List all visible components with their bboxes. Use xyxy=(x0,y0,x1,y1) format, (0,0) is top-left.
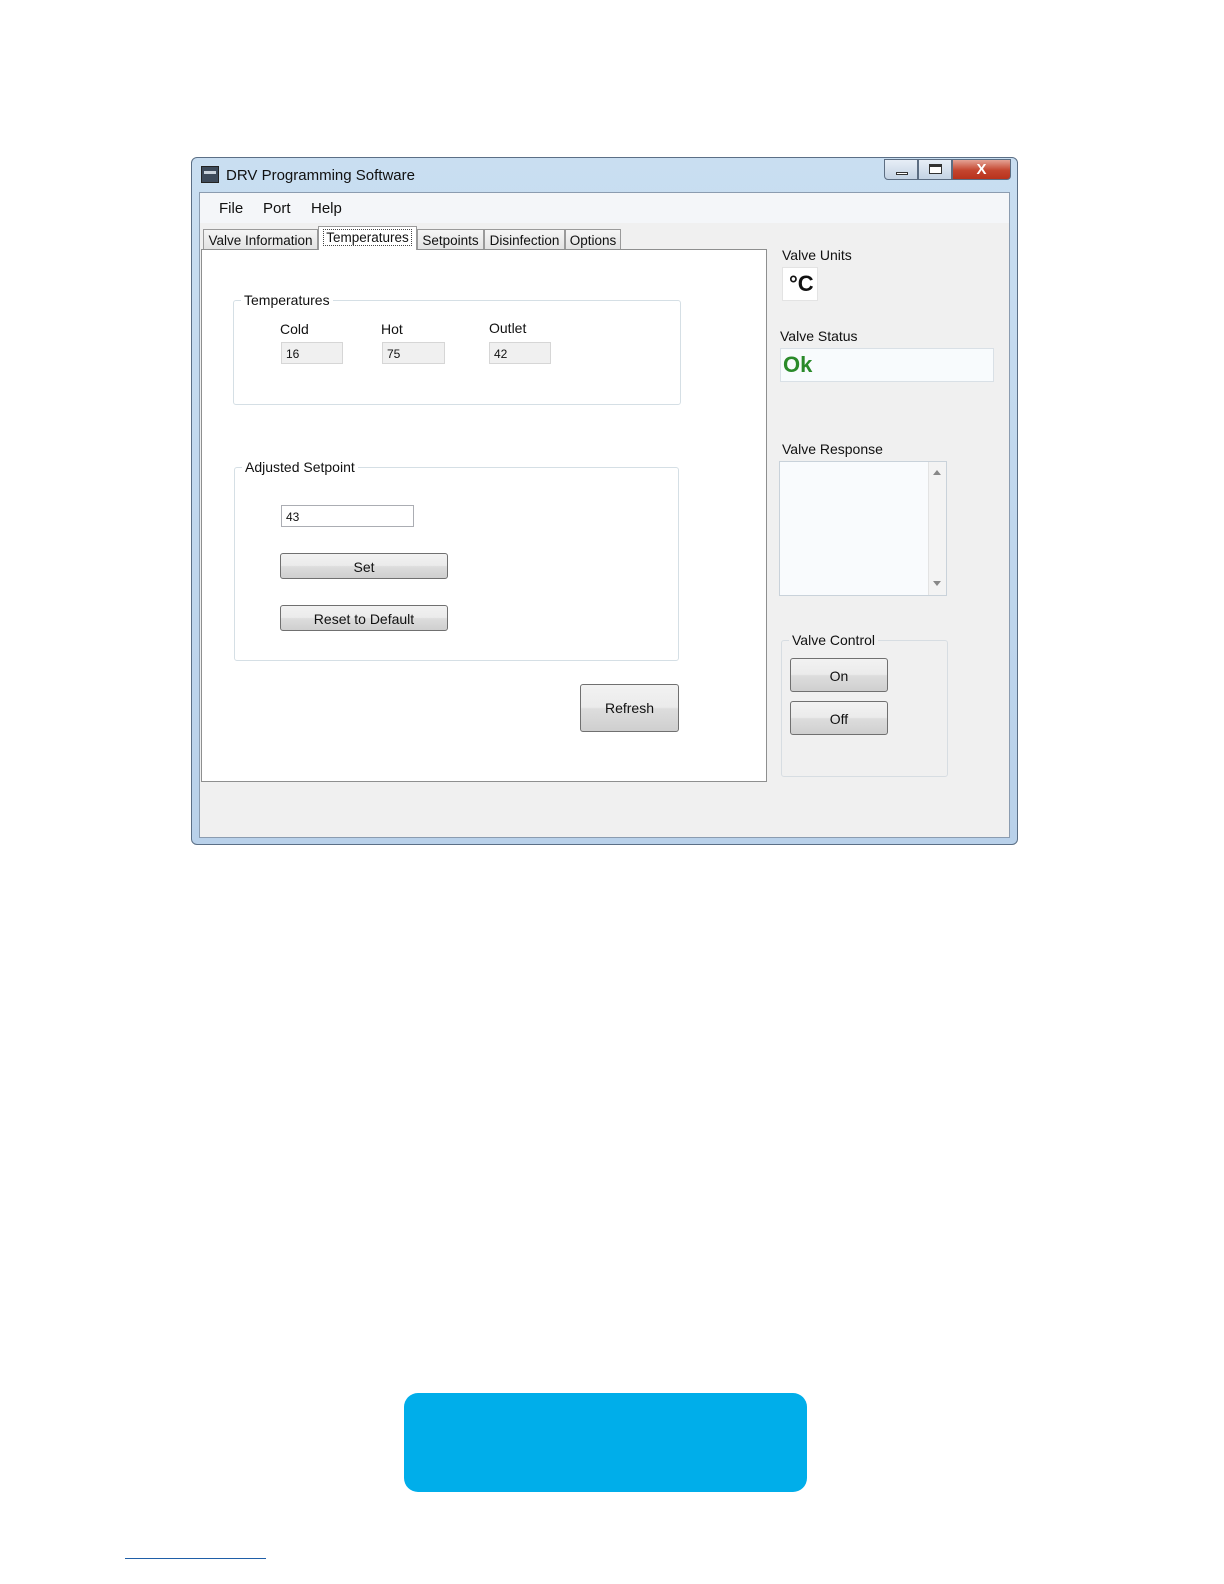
valve-response-textbox[interactable] xyxy=(779,461,947,596)
tab-valve-information[interactable]: Valve Information xyxy=(203,229,318,249)
setpoint-input[interactable]: 43 xyxy=(281,505,414,527)
minimize-button[interactable] xyxy=(884,159,918,180)
valve-control-group: Valve Control On Off xyxy=(781,632,948,777)
valve-response-label: Valve Response xyxy=(782,441,883,457)
menu-file[interactable]: File xyxy=(219,200,243,217)
tab-label: Temperatures xyxy=(323,229,412,246)
valve-units-label: Valve Units xyxy=(782,247,852,263)
temperatures-group-label: Temperatures xyxy=(241,292,333,308)
menu-help[interactable]: Help xyxy=(311,200,342,217)
cold-label: Cold xyxy=(280,321,309,337)
valve-status-label: Valve Status xyxy=(780,328,858,344)
menu-port[interactable]: Port xyxy=(263,200,291,217)
valve-response-scrollbar[interactable] xyxy=(928,462,946,595)
scroll-down-arrow-icon[interactable] xyxy=(933,581,941,586)
close-button[interactable]: X xyxy=(952,159,1011,180)
maximize-button[interactable] xyxy=(918,159,952,180)
scroll-up-arrow-icon[interactable] xyxy=(933,470,941,475)
tab-label: Disinfection xyxy=(489,233,560,248)
hot-label: Hot xyxy=(381,321,403,337)
window-client-area: File Port Help Valve Information Tempera… xyxy=(199,192,1010,838)
tab-disinfection[interactable]: Disinfection xyxy=(484,229,565,249)
cold-value-field: 16 xyxy=(281,342,343,364)
valve-on-button[interactable]: On xyxy=(790,658,888,692)
adjusted-setpoint-group-label: Adjusted Setpoint xyxy=(242,459,358,475)
tab-options[interactable]: Options xyxy=(565,229,621,249)
reset-to-default-button[interactable]: Reset to Default xyxy=(280,605,448,631)
temperatures-group: Temperatures Cold Hot Outlet 16 75 42 xyxy=(233,292,681,405)
adjusted-setpoint-group: Adjusted Setpoint 43 Set Reset to Defaul… xyxy=(234,459,679,661)
menu-bar: File Port Help xyxy=(200,193,1009,223)
outlet-value-field: 42 xyxy=(489,342,551,364)
footer-divider xyxy=(125,1558,266,1559)
valve-units-display: °C xyxy=(782,267,818,301)
outlet-label: Outlet xyxy=(489,320,527,336)
tab-label: Setpoints xyxy=(422,233,479,248)
refresh-button[interactable]: Refresh xyxy=(580,684,679,732)
window-title: DRV Programming Software xyxy=(226,167,415,184)
tab-label: Options xyxy=(569,233,617,248)
hot-value-field: 75 xyxy=(382,342,445,364)
set-button[interactable]: Set xyxy=(280,553,448,579)
valve-off-button[interactable]: Off xyxy=(790,701,888,735)
app-icon xyxy=(201,166,219,183)
accent-banner xyxy=(404,1393,807,1492)
title-bar[interactable]: DRV Programming Software X xyxy=(192,158,1017,192)
tab-label: Valve Information xyxy=(208,233,313,248)
tab-temperatures[interactable]: Temperatures xyxy=(318,226,417,250)
app-window: DRV Programming Software X File Port Hel… xyxy=(191,157,1018,845)
temperatures-tab-panel: Temperatures Cold Hot Outlet 16 75 42 Ad… xyxy=(201,249,767,782)
valve-status-display: Ok xyxy=(780,348,994,382)
close-icon: X xyxy=(976,161,987,178)
tab-setpoints[interactable]: Setpoints xyxy=(417,229,484,249)
valve-control-group-label: Valve Control xyxy=(789,632,879,648)
